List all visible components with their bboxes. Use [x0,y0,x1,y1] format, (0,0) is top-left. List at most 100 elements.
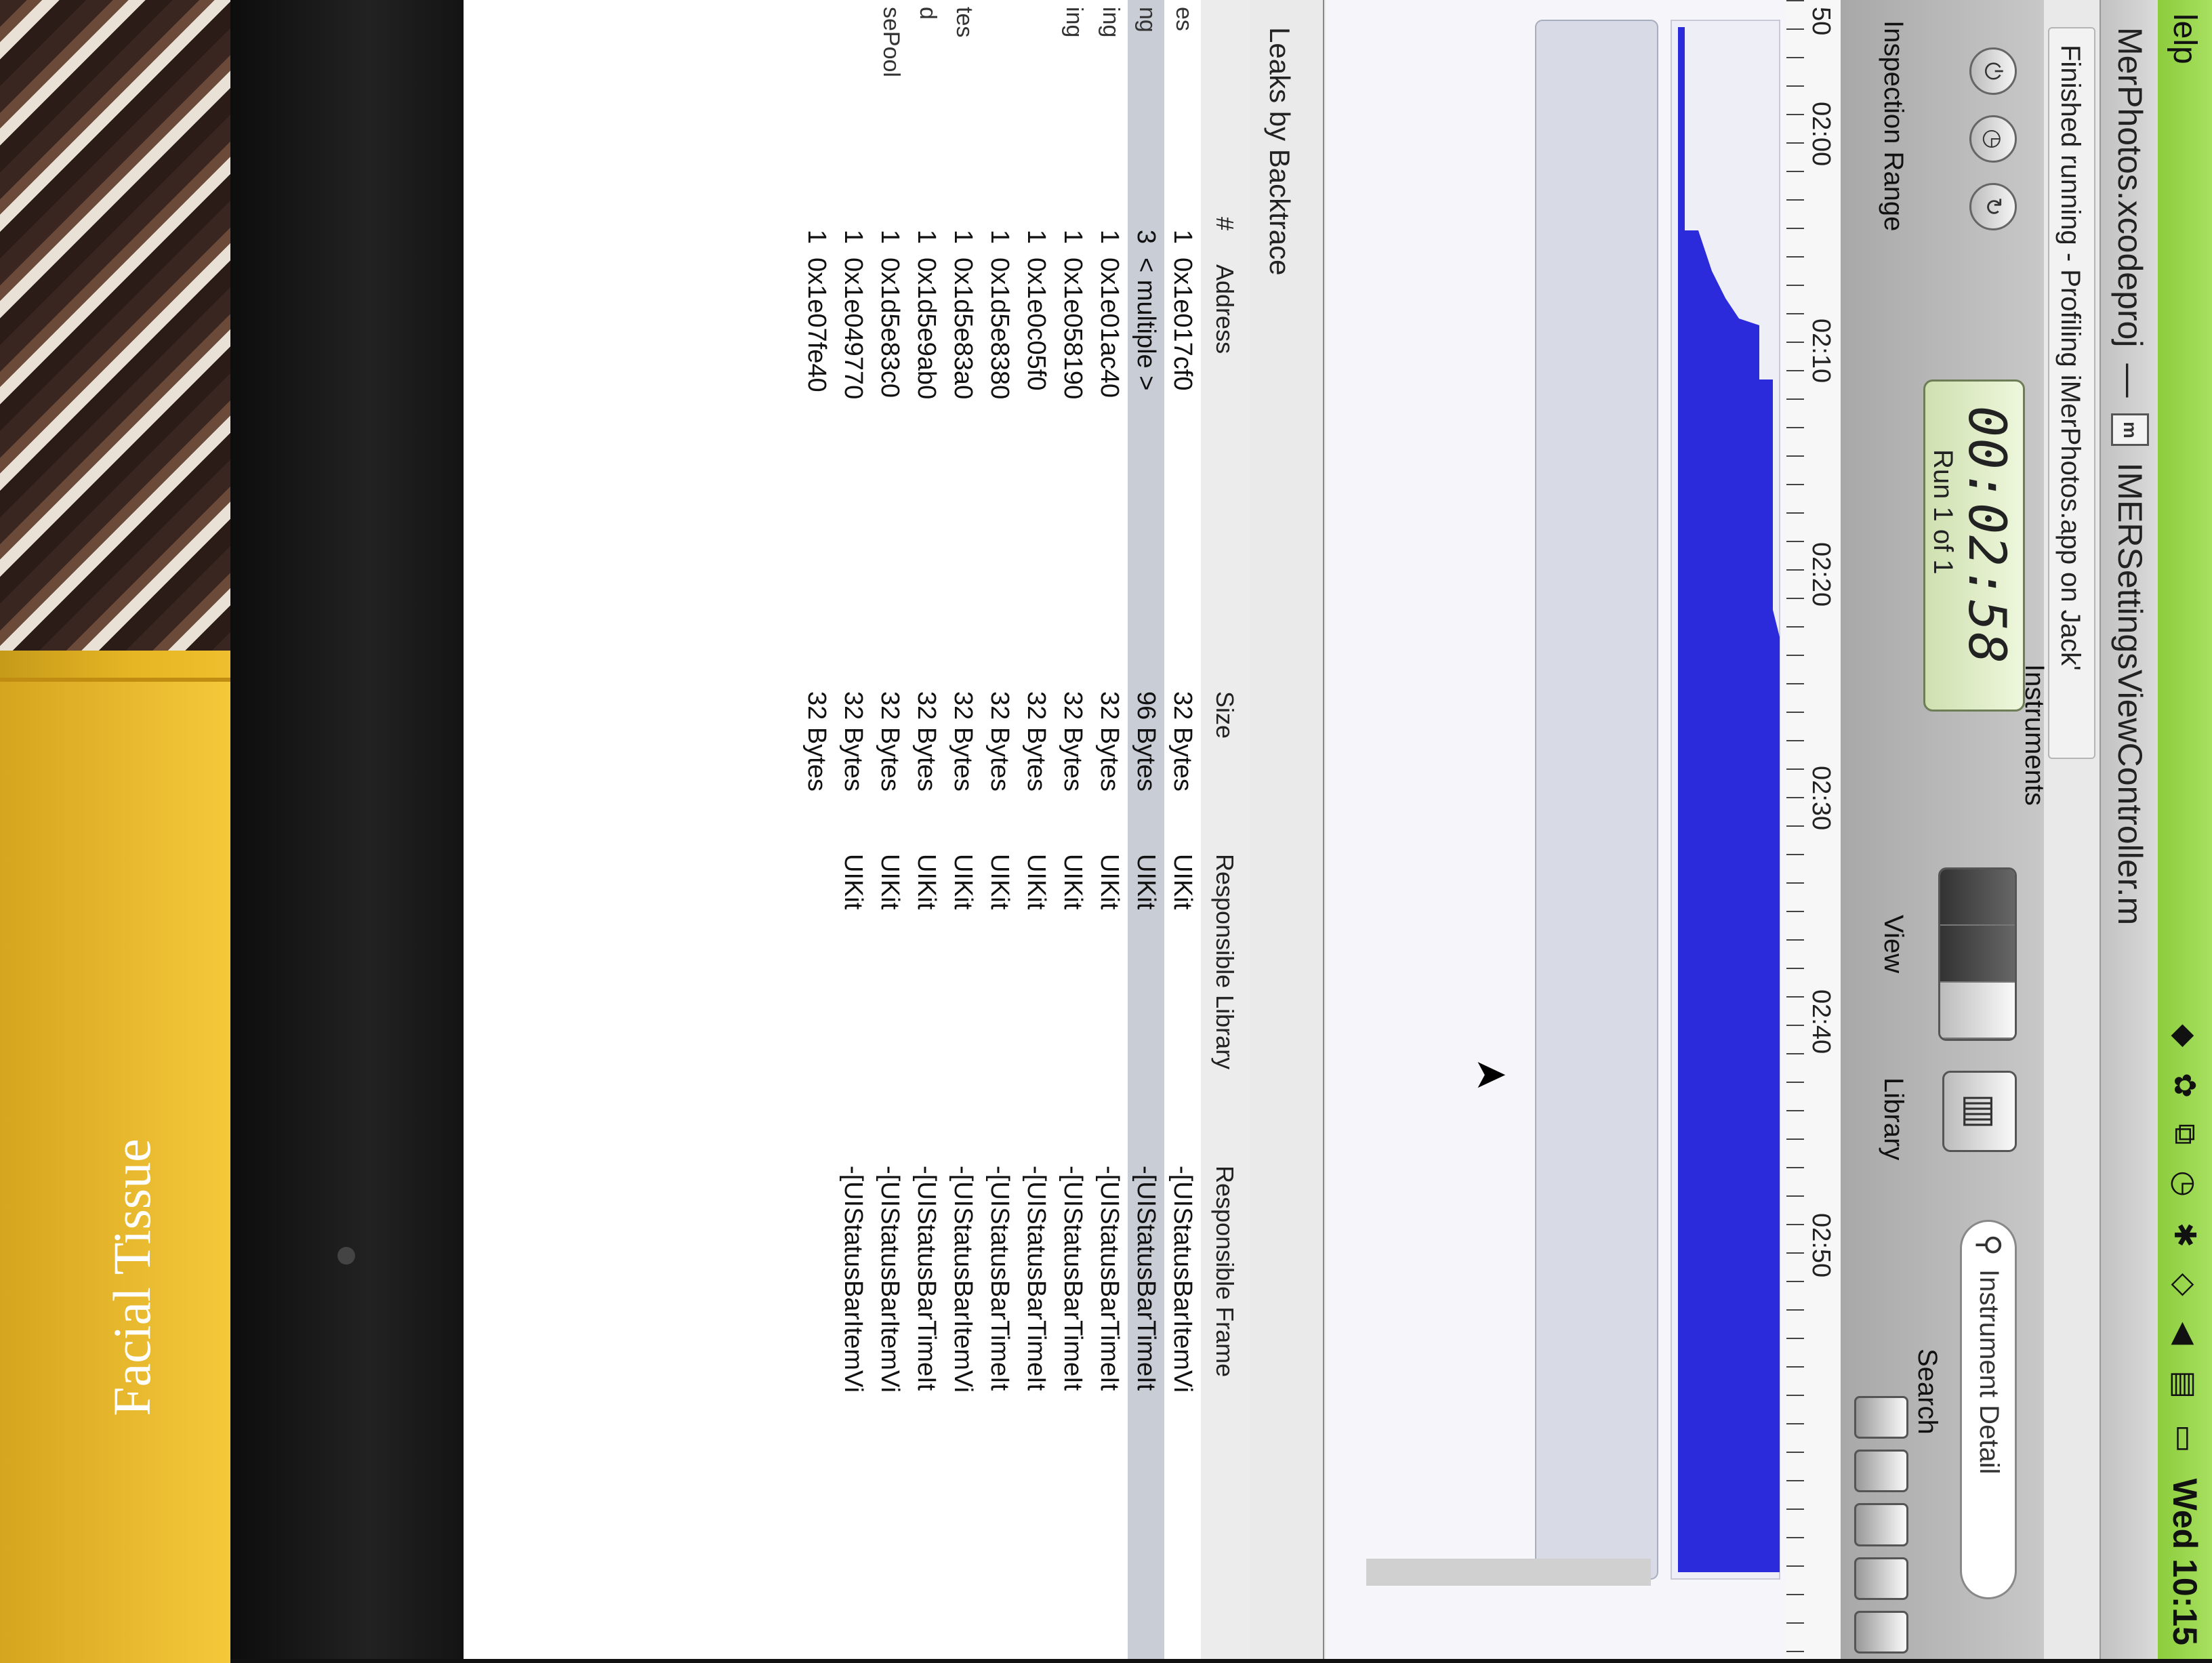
leak-size: 32 Bytes [839,691,867,792]
col-responsible-library[interactable]: Responsible Library [1210,854,1239,1069]
note-button[interactable] [1854,1450,1908,1493]
leak-address: 0x1e0c05f0 [1022,258,1050,391]
responsible-frame: -[UIStatusBarTimeIt [1022,1166,1050,1391]
table-row[interactable]: 1 0x1d5e8380 32 Bytes UIKit -[UIStatusBarTim… [981,0,1018,1659]
leak-address: 0x1d5e83c0 [876,258,904,398]
battery-icon[interactable]: ▭ [2168,1424,2203,1453]
table-row[interactable]: sePool 1 0x1d5e83c0 32 Bytes UIKit -[UIStatus… [872,0,908,1659]
responsible-library: UIKit [1095,854,1124,910]
table-row[interactable]: ing 1 0x1e01ac40 32 Bytes UIKit -[UIStatusBar… [1091,0,1128,1659]
side-list-item: es [1171,7,1197,31]
monitor-bezel [230,0,461,1659]
window-controls [1854,1396,1908,1654]
responsible-library: UIKit [1132,854,1160,910]
leak-count: 1 [912,229,941,244]
ruler-tick: 50 [1807,7,1835,36]
col-responsible-frame[interactable]: Responsible Frame [1210,1166,1239,1377]
ruler-tick: 02:20 [1807,542,1835,607]
side-list-item: ing [1061,7,1087,38]
sync-icon[interactable]: ✿ [2168,1073,2203,1098]
ruler-tick: 02:30 [1807,766,1835,831]
leak-size: 32 Bytes [912,691,941,792]
table-row[interactable]: ing 1 0x1e058190 32 Bytes UIKit -[UIStatusBar… [1054,0,1091,1659]
menu-clock[interactable]: Wed 10:15 [2165,1479,2205,1645]
side-list-item: ing [1098,7,1124,38]
timeline-scrollbar[interactable] [1366,1559,1651,1586]
help-menu[interactable]: lelp [2167,14,2204,64]
responsible-frame: -[UIStatusBarItemVi [949,1166,977,1393]
library-label: Library [1879,1077,1908,1161]
col-address[interactable]: Address [1210,264,1239,354]
view-detail-toggle[interactable] [1940,926,2015,983]
detail-toggle-button[interactable] [1854,1557,1908,1600]
table-row[interactable]: ng 3 < multiple > 96 Bytes UIKit -[UIStatusBa… [1128,0,1164,1659]
leak-address: 0x1e017cf0 [1168,258,1197,391]
flag-icon[interactable]: ▤ [2168,1370,2203,1399]
leak-address: 0x1d5e83a0 [949,258,977,400]
side-list-item: d [915,7,941,20]
leak-count: 1 [839,229,867,244]
screen-content: lelp ◆ ✿ ⧉ ◷ ✱ ◇ ◀ ▤ ▭ Wed 10:15 MerPhot… [464,0,2212,1659]
responsible-library: UIKit [1059,854,1087,910]
view-instruments-toggle[interactable] [1940,869,2015,926]
ruler-tick: 02:00 [1807,102,1835,167]
view-extended-toggle[interactable] [1940,982,2015,1039]
time-machine-icon[interactable]: ◷ [2168,1170,2203,1196]
photo-surroundings: Facial Tissue [0,0,244,1663]
instrument-detail-search[interactable]: ⚲ Instrument Detail [1960,1220,2017,1599]
responsible-frame: -[UIStatusBarTimeIt [1059,1166,1087,1391]
table-row[interactable]: 1 0x1e049770 32 Bytes UIKit -[UIStatusBarIte… [835,0,872,1659]
table-row[interactable]: 1 0x1e07fe40 32 Bytes [798,0,835,1659]
leaks-track[interactable] [1535,20,1658,1580]
view-label: View [1879,915,1908,973]
graph-button[interactable] [1854,1503,1908,1546]
source-file-icon: m [2111,413,2149,447]
leak-size: 32 Bytes [1059,691,1087,792]
list-view-button[interactable] [1854,1396,1908,1439]
detail-title: Leaks by Backtrace [1264,27,1296,276]
dropbox-icon[interactable]: ◆ [2168,1024,2203,1047]
table-row[interactable]: tes 1 0x1d5e83a0 32 Bytes UIKit -[UIStatusBar… [945,0,981,1659]
loop-button[interactable]: ↻ [1969,183,2017,230]
responsible-frame: -[UIStatusBarTimeIt [1132,1166,1160,1391]
time-ruler[interactable]: 50 02:00 02:10 02:20 02:30 02:40 02:50 [1785,0,1841,1659]
library-button[interactable]: ▥ [1942,1071,2017,1152]
file-name: IMERSettingsViewController.m [2111,462,2149,926]
side-list-item: sePool [878,7,904,77]
leak-address: 0x1d5e8380 [985,258,1014,400]
view-segmented-control[interactable] [1938,867,2017,1041]
run-counter: Run 1 of 1 [1928,449,1958,575]
screen: lelp ◆ ✿ ⧉ ◷ ✱ ◇ ◀ ▤ ▭ Wed 10:15 MerPhot… [464,0,2212,1659]
ruler-tick: 02:50 [1807,1213,1835,1278]
screen-share-icon[interactable]: ⧉ [2168,1124,2202,1145]
leak-address: 0x1d5e9ab0 [912,258,941,400]
leak-count: 1 [1022,229,1050,244]
pause-button[interactable]: ◷ [1969,115,2017,163]
window-split-button[interactable] [1854,1610,1908,1654]
volume-icon[interactable]: ◀ [2168,1322,2203,1345]
side-list-item: tes [951,7,977,38]
time-display[interactable]: 00:02:58 Run 1 of 1 [1923,379,2025,712]
leaks-table: es 1 0x1e017cf0 32 Bytes UIKit -[UIStatusBarI… [464,0,1201,1659]
col-count[interactable]: # [1210,217,1239,230]
leak-address: < multiple > [1132,258,1160,391]
leak-address: 0x1e01ac40 [1095,258,1124,398]
leak-address: 0x1e07fe40 [802,258,831,392]
col-size[interactable]: Size [1210,691,1239,739]
responsible-frame: -[UIStatusBarItemVi [839,1166,867,1393]
record-button[interactable]: ⏻ [1969,47,2017,95]
project-name: MerPhotos.xcodeproj [2111,27,2149,348]
table-row[interactable]: es 1 0x1e017cf0 32 Bytes UIKit -[UIStatusBarI… [1164,0,1201,1659]
search-placeholder: Instrument Detail [1974,1269,2004,1475]
leaks-table-header: # Address Size Responsible Library Respo… [1200,0,1250,1659]
table-row[interactable]: d 1 0x1d5e9ab0 32 Bytes UIKit -[UIStatusBarTi… [908,0,945,1659]
bluetooth-icon[interactable]: ✱ [2168,1223,2203,1248]
ruler-tick: 02:40 [1807,989,1835,1054]
wifi-icon[interactable]: ◇ [2168,1273,2203,1296]
instrument-tracks[interactable] [1326,0,1786,1659]
leak-count: 3 [1132,229,1160,244]
responsible-library: UIKit [1022,854,1050,910]
responsible-library: UIKit [1168,854,1197,910]
table-row[interactable]: 1 0x1e0c05f0 32 Bytes UIKit -[UIStatusBarTim… [1018,0,1054,1659]
leak-count: 1 [876,229,904,244]
